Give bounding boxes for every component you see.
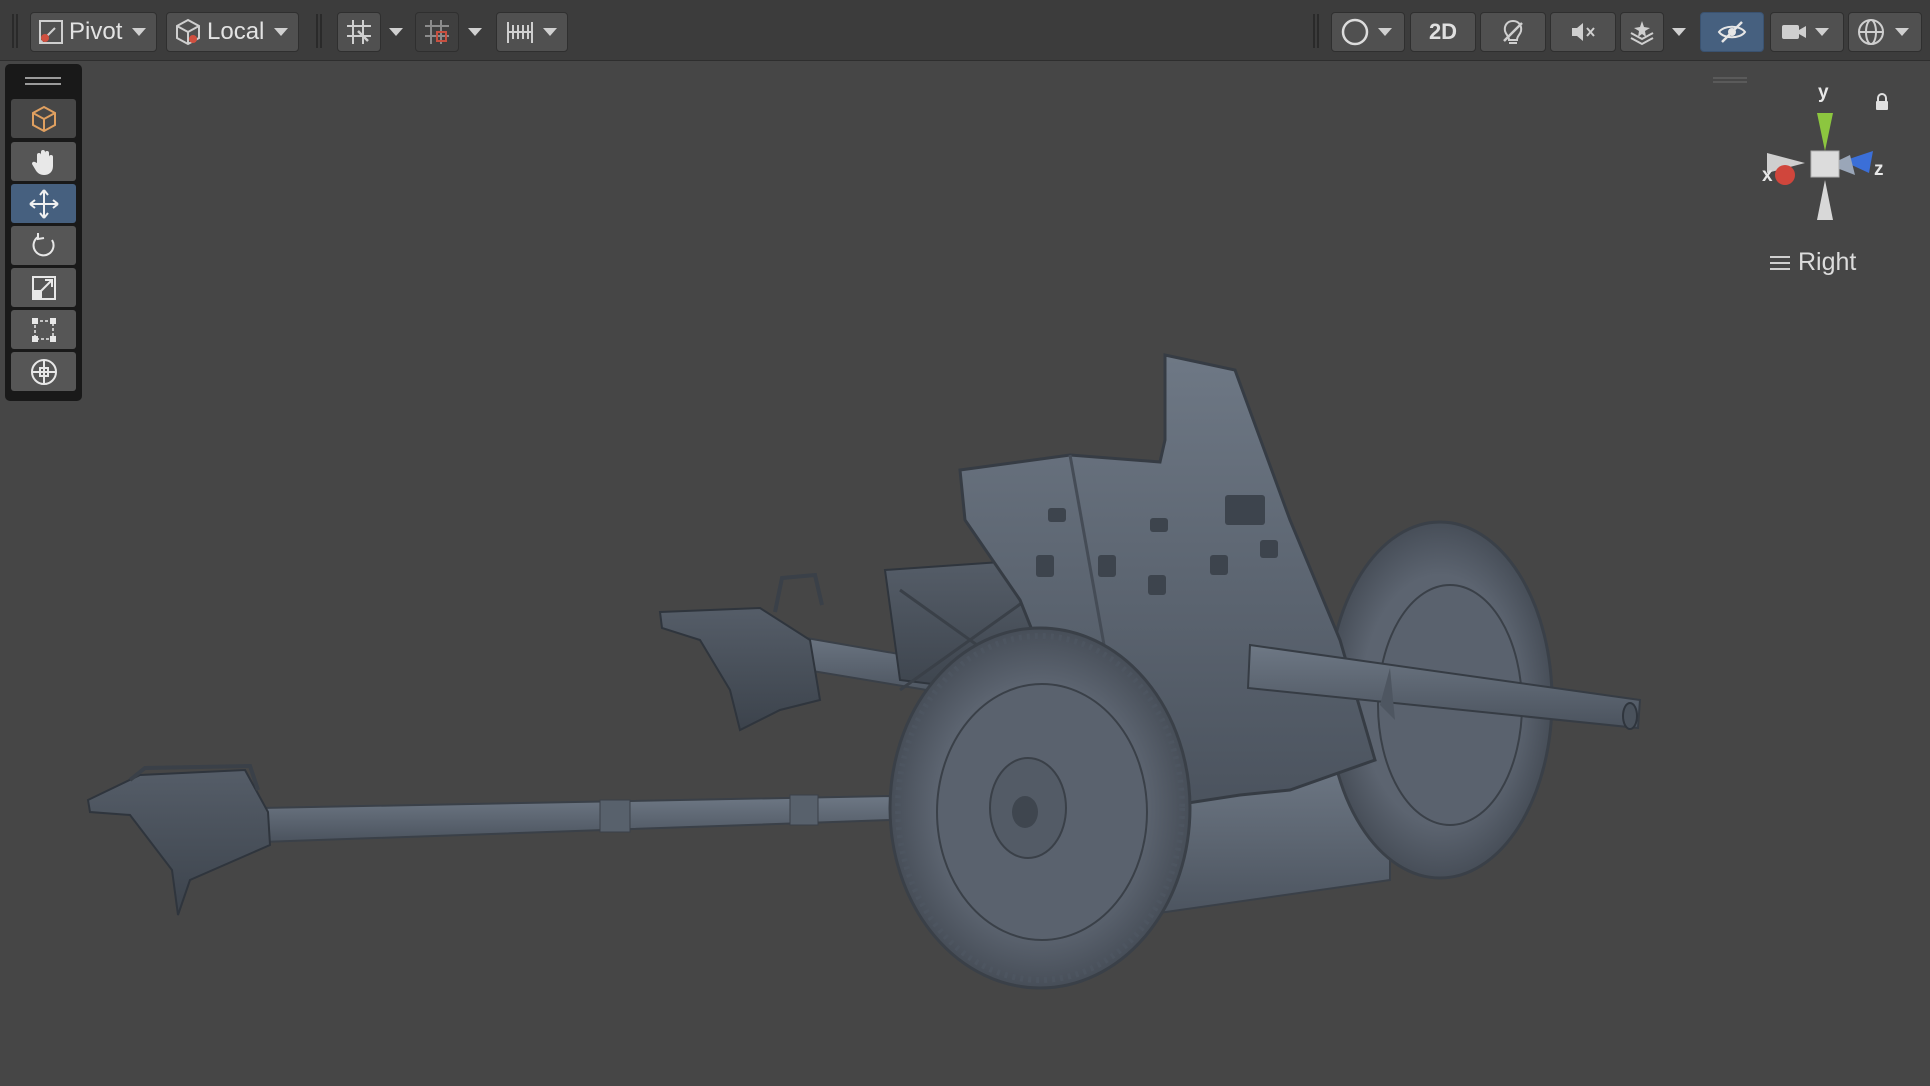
lighting-toggle-button[interactable]	[1480, 12, 1546, 52]
chevron-down-icon	[1378, 28, 1392, 36]
scene-visibility-button[interactable]	[1700, 12, 1764, 52]
increment-snap-button[interactable]	[415, 12, 459, 52]
move-tool-button[interactable]	[11, 184, 76, 223]
ruler-icon	[507, 22, 533, 43]
toolbar-separator	[316, 14, 322, 48]
y-axis-label: y	[1818, 82, 1829, 103]
increment-snap-icon	[425, 20, 449, 44]
draw-mode-dropdown[interactable]	[1331, 12, 1405, 52]
scene-view-window: Pivot Local 2D y x z Right	[0, 0, 1930, 1086]
transform-tool-button[interactable]	[11, 352, 76, 391]
chevron-down-icon	[132, 28, 147, 36]
grid-snap-dropdown[interactable]	[385, 12, 407, 52]
audio-mute-icon	[1572, 23, 1595, 41]
cube-icon	[31, 105, 56, 132]
view-orientation-label: Right	[1798, 248, 1857, 276]
toggle-2d-label: 2D	[1428, 19, 1458, 44]
z-axis-label: z	[1874, 159, 1884, 180]
rotate-icon	[32, 232, 55, 256]
hidden-eye-icon	[1717, 21, 1747, 43]
tools-overlay	[5, 64, 82, 401]
lighting-bulb-icon	[1503, 19, 1523, 44]
hamburger-icon	[1770, 255, 1790, 270]
effects-layers-icon	[1630, 21, 1654, 46]
transform-icon	[30, 358, 57, 385]
scene-viewport[interactable]	[0, 62, 1930, 1086]
hand-icon	[31, 149, 53, 175]
grid-snap-icon	[347, 20, 371, 44]
view-tool-button[interactable]	[11, 99, 76, 138]
left-trail-leg[interactable]	[86, 763, 891, 916]
chevron-down-icon	[1895, 28, 1909, 36]
hand-tool-button[interactable]	[11, 142, 76, 181]
chevron-down-icon	[468, 28, 482, 36]
chevron-down-icon	[1672, 28, 1686, 36]
pivot-dropdown[interactable]: Pivot	[30, 12, 157, 52]
rotate-tool-button[interactable]	[11, 226, 76, 265]
tools-overlay-handle[interactable]	[25, 77, 61, 85]
overlay-grip[interactable]	[1713, 77, 1747, 83]
effects-dropdown[interactable]	[1668, 12, 1690, 52]
scale-tool-button[interactable]	[11, 268, 76, 307]
anti-tank-gun-model[interactable]	[86, 353, 1642, 990]
local-label: Local	[207, 18, 265, 45]
shaded-sphere-icon	[1341, 18, 1369, 46]
camera-icon	[1782, 25, 1806, 39]
scale-icon	[31, 275, 56, 300]
effects-button[interactable]	[1620, 12, 1664, 52]
x-axis-label: x	[1762, 165, 1773, 186]
local-cube-icon	[176, 18, 200, 46]
gizmo-globe-icon	[1858, 19, 1884, 45]
chevron-down-icon	[274, 28, 289, 36]
toggle-2d-button[interactable]: 2D	[1410, 12, 1476, 52]
gizmos-dropdown[interactable]	[1848, 12, 1922, 52]
move-arrows-icon	[28, 188, 59, 219]
scene-toolbar: Pivot Local 2D	[0, 0, 1930, 61]
front-wheel[interactable]	[888, 626, 1192, 990]
pivot-icon	[39, 20, 63, 44]
grid-snap-button[interactable]	[337, 12, 381, 52]
chevron-down-icon	[543, 28, 557, 36]
chevron-down-icon	[389, 28, 403, 36]
local-dropdown[interactable]: Local	[166, 12, 299, 52]
rect-transform-icon	[31, 317, 56, 342]
toolbar-separator	[1313, 14, 1319, 48]
pivot-label: Pivot	[69, 18, 123, 45]
rect-tool-button[interactable]	[11, 310, 76, 349]
increment-snap-dropdown[interactable]	[464, 12, 486, 52]
gizmo-lock-icon[interactable]	[1874, 92, 1890, 117]
audio-toggle-button[interactable]	[1550, 12, 1616, 52]
camera-settings-dropdown[interactable]	[1770, 12, 1844, 52]
chevron-down-icon	[1815, 28, 1829, 36]
ruler-snap-dropdown[interactable]	[496, 12, 568, 52]
view-orientation-menu[interactable]: Right	[1770, 248, 1856, 277]
toolbar-grip[interactable]	[12, 14, 18, 48]
